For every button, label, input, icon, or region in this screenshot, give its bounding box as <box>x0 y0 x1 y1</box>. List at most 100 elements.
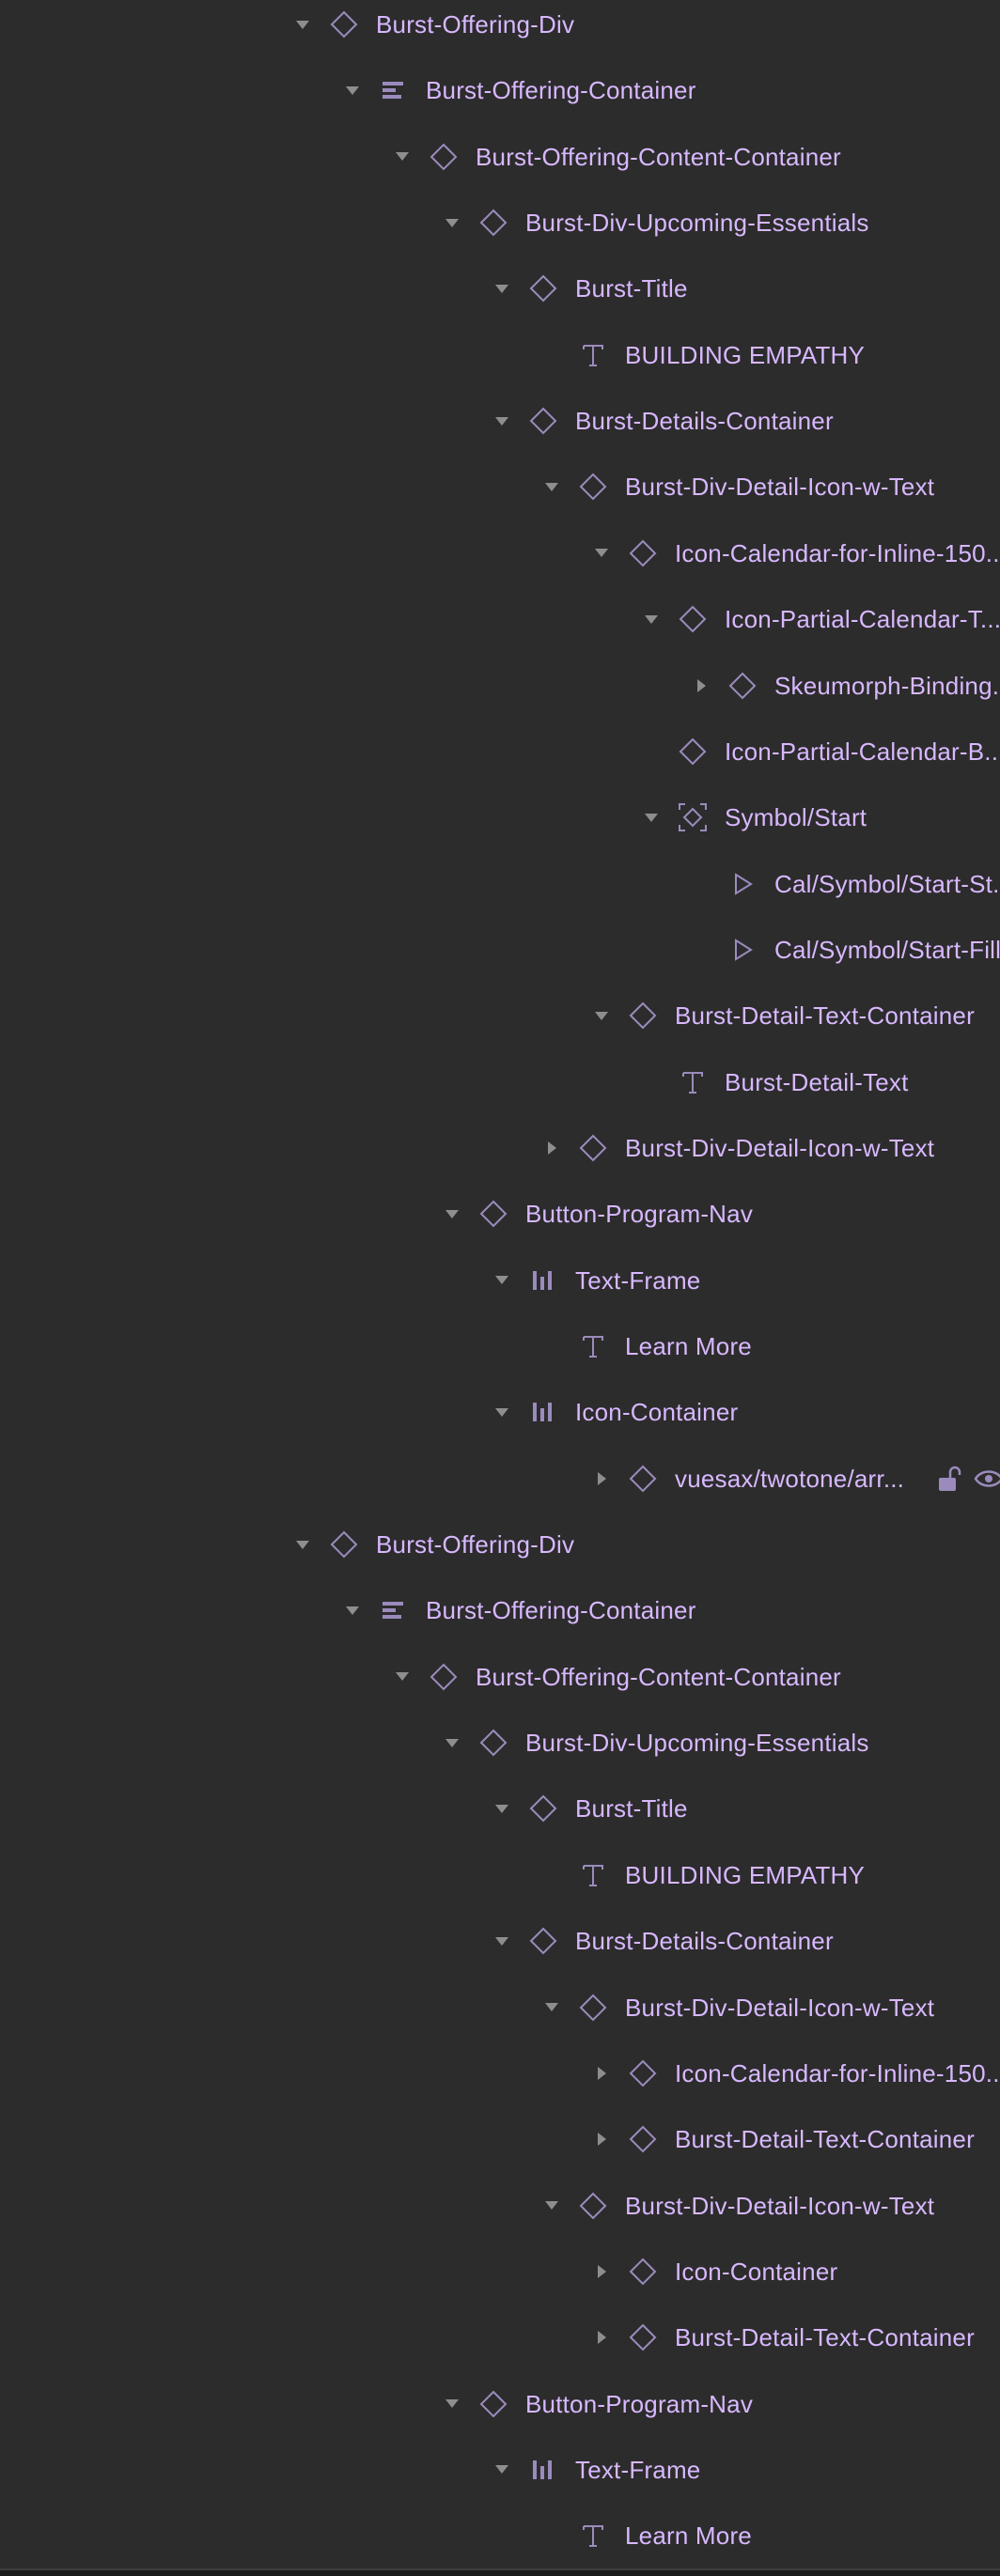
collapse-arrow-icon[interactable] <box>343 81 362 100</box>
collapse-arrow-icon[interactable] <box>492 2460 511 2479</box>
layer-row[interactable]: Icon-Partial-Calendar-T... <box>0 586 1000 652</box>
eye-icon[interactable] <box>974 1464 1000 1494</box>
layer-label: Text-Frame <box>575 2455 701 2484</box>
instance-icon <box>628 2322 658 2352</box>
instance-icon <box>628 2058 658 2088</box>
collapse-arrow-icon[interactable] <box>492 1271 511 1290</box>
collapse-arrow-icon[interactable] <box>492 279 511 298</box>
collapse-arrow-icon[interactable] <box>642 808 661 827</box>
collapse-arrow-icon[interactable] <box>492 411 511 430</box>
expand-arrow-icon[interactable] <box>592 2328 611 2347</box>
layer-row[interactable]: Burst-Details-Container <box>0 1908 1000 1974</box>
expand-arrow-icon[interactable] <box>592 2130 611 2149</box>
layer-row[interactable]: Icon-Container <box>0 1379 1000 1445</box>
collapse-arrow-icon[interactable] <box>492 1932 511 1950</box>
collapse-arrow-icon[interactable] <box>393 147 412 166</box>
layer-row[interactable]: Text-Frame <box>0 2437 1000 2503</box>
panel-bottom-border <box>0 2570 1000 2576</box>
layer-row[interactable]: Icon-Partial-Calendar-B... <box>0 719 1000 784</box>
instance-icon <box>578 1993 608 2023</box>
collapse-arrow-icon[interactable] <box>542 477 561 496</box>
layer-label: Icon-Partial-Calendar-B... <box>725 737 1000 766</box>
layer-row[interactable]: Burst-Title <box>0 1776 1000 1841</box>
text-icon <box>578 1331 608 1361</box>
layer-label: Burst-Detail-Text-Container <box>675 2323 975 2352</box>
layer-label: Burst-Detail-Text-Container <box>675 1001 975 1031</box>
text-icon <box>678 1067 708 1097</box>
layer-row[interactable]: Icon-Calendar-for-Inline-150... <box>0 2041 1000 2106</box>
layer-row[interactable]: Burst-Offering-Container <box>0 1577 1000 1643</box>
layer-row[interactable]: Button-Program-Nav <box>0 2371 1000 2437</box>
collapse-arrow-icon[interactable] <box>542 1998 561 2017</box>
layer-row[interactable]: Button-Program-Nav <box>0 1181 1000 1247</box>
layer-row[interactable]: Burst-Div-Upcoming-Essentials <box>0 1710 1000 1776</box>
collapse-arrow-icon[interactable] <box>443 1204 461 1223</box>
text-icon <box>578 2521 608 2551</box>
unlock-icon[interactable] <box>934 1464 964 1494</box>
layer-row[interactable]: Burst-Title <box>0 256 1000 321</box>
layer-label: Burst-Title <box>575 1794 688 1823</box>
layer-row[interactable]: Cal/Symbol/Start-St... <box>0 851 1000 917</box>
expand-arrow-icon[interactable] <box>542 1139 561 1157</box>
layer-label: Learn More <box>625 1332 752 1360</box>
collapse-arrow-icon[interactable] <box>443 213 461 232</box>
layer-row[interactable]: Burst-Detail-Text <box>0 1049 1000 1115</box>
layer-row[interactable]: Burst-Details-Container <box>0 388 1000 454</box>
instance-icon <box>628 1464 658 1494</box>
auto-layout-icon <box>379 75 409 105</box>
instance-icon <box>678 737 708 767</box>
layer-row[interactable]: Burst-Offering-Div <box>0 1512 1000 1577</box>
layer-row[interactable]: Skeumorph-Binding... <box>0 653 1000 719</box>
expand-arrow-icon[interactable] <box>592 2262 611 2281</box>
layer-row[interactable]: Burst-Offering-Content-Container <box>0 1644 1000 1710</box>
layer-row[interactable]: BUILDING EMPATHY <box>0 1842 1000 1908</box>
collapse-arrow-icon[interactable] <box>592 544 611 563</box>
layer-label: Burst-Offering-Div <box>376 10 575 39</box>
collapse-arrow-icon[interactable] <box>592 1006 611 1025</box>
layer-row[interactable]: Burst-Offering-Container <box>0 57 1000 123</box>
layer-row[interactable]: Burst-Div-Detail-Icon-w-Text <box>0 1115 1000 1181</box>
collapse-arrow-icon[interactable] <box>492 1799 511 1818</box>
expand-arrow-icon[interactable] <box>592 2064 611 2083</box>
instance-icon <box>578 1133 608 1163</box>
layer-row[interactable]: Burst-Div-Detail-Icon-w-Text <box>0 1975 1000 2041</box>
layer-row[interactable]: Burst-Detail-Text-Container <box>0 983 1000 1048</box>
instance-icon <box>628 1001 658 1031</box>
collapse-arrow-icon[interactable] <box>293 1535 312 1554</box>
instance-icon <box>478 2389 508 2419</box>
layer-row[interactable]: Cal/Symbol/Start-Fill... <box>0 917 1000 983</box>
layer-row[interactable]: BUILDING EMPATHY <box>0 322 1000 388</box>
expand-arrow-icon[interactable] <box>692 676 711 695</box>
layer-row[interactable]: Text-Frame <box>0 1248 1000 1313</box>
collapse-arrow-icon[interactable] <box>443 1733 461 1752</box>
instance-icon <box>578 472 608 502</box>
layer-row[interactable]: Burst-Div-Detail-Icon-w-Text <box>0 2173 1000 2239</box>
collapse-arrow-icon[interactable] <box>642 610 661 628</box>
layer-row[interactable]: Burst-Detail-Text-Container <box>0 2304 1000 2370</box>
instance-icon <box>727 671 758 701</box>
play-icon <box>727 869 758 899</box>
collapse-arrow-icon[interactable] <box>443 2395 461 2413</box>
layer-row[interactable]: vuesax/twotone/arr... <box>0 1446 1000 1512</box>
layer-row[interactable]: Burst-Div-Upcoming-Essentials <box>0 190 1000 256</box>
layer-row[interactable]: Burst-Offering-Content-Container <box>0 124 1000 190</box>
collapse-arrow-icon[interactable] <box>542 2196 561 2215</box>
layer-row[interactable]: Symbol/Start <box>0 784 1000 850</box>
expand-arrow-icon[interactable] <box>592 1469 611 1488</box>
collapse-arrow-icon[interactable] <box>393 1668 412 1686</box>
collapse-arrow-icon[interactable] <box>343 1601 362 1620</box>
collapse-arrow-icon[interactable] <box>293 15 312 34</box>
layer-row[interactable]: Icon-Calendar-for-Inline-150... <box>0 520 1000 586</box>
collapse-arrow-icon[interactable] <box>492 1403 511 1421</box>
layer-row[interactable]: Icon-Container <box>0 2239 1000 2304</box>
layer-row[interactable]: Burst-Offering-Div <box>0 0 1000 57</box>
instance-icon <box>528 273 558 303</box>
layer-row[interactable]: Learn More <box>0 1313 1000 1379</box>
layer-label: Burst-Offering-Content-Container <box>476 1662 841 1691</box>
layer-row[interactable]: Burst-Detail-Text-Container <box>0 2106 1000 2172</box>
instance-icon <box>528 1926 558 1956</box>
layer-row[interactable]: Burst-Div-Detail-Icon-w-Text <box>0 454 1000 520</box>
layer-label: Icon-Container <box>675 2257 838 2286</box>
layer-label: Burst-Div-Detail-Icon-w-Text <box>625 2191 935 2220</box>
instance-icon <box>429 142 459 172</box>
